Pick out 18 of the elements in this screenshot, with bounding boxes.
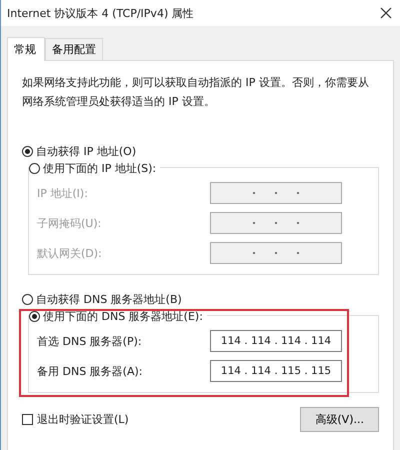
field-label: 子网掩码(U): bbox=[37, 216, 102, 230]
radio-option[interactable]: 自动获得 DNS 服务器地址(B) bbox=[22, 289, 379, 309]
tab[interactable]: 常规 bbox=[7, 37, 45, 61]
field-label: 备用 DNS 服务器(A): bbox=[37, 364, 142, 378]
advanced-button[interactable]: 高级(V)... bbox=[300, 407, 379, 432]
ip-address-field[interactable]: 114 . 114 . 114 . 114 bbox=[210, 330, 342, 352]
ip-address-field[interactable]: 114 . 114 . 115 . 115 bbox=[210, 360, 342, 382]
field-label: IP 地址(I): bbox=[37, 186, 88, 200]
field-label: 首选 DNS 服务器(P): bbox=[37, 334, 142, 348]
window-title: Internet 协议版本 4 (TCP/IPv4) 属性 bbox=[7, 6, 194, 20]
radio-label: 自动获得 IP 地址(O) bbox=[36, 144, 136, 158]
radio-label: 使用下面的 IP 地址(S): bbox=[43, 160, 156, 176]
radio-label: 自动获得 DNS 服务器地址(B) bbox=[36, 292, 182, 306]
description-text: 如果网络支持此功能，则可以获取自动指派的 IP 设置。否则，你需要从网络系统管理员处获得适当的 IP 设置。 bbox=[22, 75, 370, 110]
radio-option[interactable]: 自动获得 IP 地址(O) bbox=[22, 141, 379, 161]
tab[interactable]: 备用配置 bbox=[45, 38, 103, 60]
radio-label: 使用下面的 DNS 服务器地址(E): bbox=[43, 308, 203, 324]
field-label: 默认网关(D): bbox=[37, 246, 102, 260]
